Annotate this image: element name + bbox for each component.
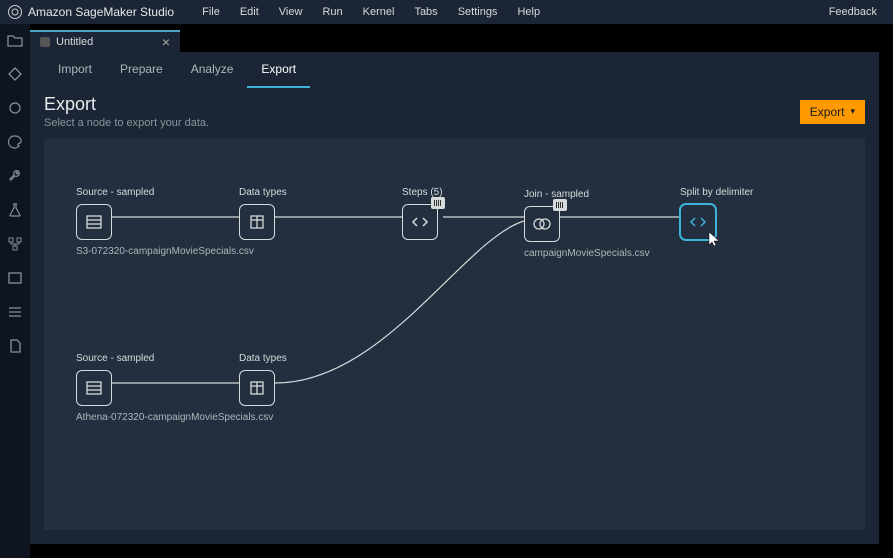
- activity-bar: [0, 24, 30, 558]
- nodes-icon[interactable]: [7, 236, 23, 252]
- tabbar: Untitled ×: [30, 28, 879, 52]
- chart-badge-icon: [553, 199, 567, 211]
- datatype-icon: [239, 204, 275, 240]
- window-icon[interactable]: [7, 270, 23, 286]
- node-join[interactable]: Join - sampled campaignMovieSpecials.csv: [524, 189, 650, 259]
- export-button[interactable]: Export ▾: [800, 100, 865, 124]
- menu-file[interactable]: File: [194, 4, 228, 20]
- node-label: Source - sampled: [76, 187, 154, 198]
- code-icon: [402, 204, 438, 240]
- flask-icon[interactable]: [7, 202, 23, 218]
- brand: Amazon SageMaker Studio: [8, 5, 174, 19]
- flow-file-icon: [40, 37, 50, 47]
- page-subtitle: Select a node to export your data.: [44, 117, 209, 129]
- menu-edit[interactable]: Edit: [232, 4, 267, 20]
- node-source-s3[interactable]: Source - sampled S3-072320-campaignMovie…: [76, 187, 254, 257]
- node-sublabel: Athena-072320-campaignMovieSpecials.csv: [76, 412, 273, 423]
- app-title: Amazon SageMaker Studio: [28, 5, 174, 19]
- menu-run[interactable]: Run: [314, 4, 350, 20]
- tab-prepare[interactable]: Prepare: [106, 52, 177, 88]
- node-label: Data types: [239, 187, 287, 198]
- menu-settings[interactable]: Settings: [450, 4, 506, 20]
- tab-untitled[interactable]: Untitled ×: [30, 30, 180, 52]
- flow-tabs: Import Prepare Analyze Export: [30, 52, 879, 88]
- list-icon[interactable]: [7, 304, 23, 320]
- source-icon: [76, 204, 112, 240]
- node-label: Split by delimiter: [680, 187, 753, 198]
- tab-export[interactable]: Export: [247, 52, 310, 88]
- menu-tabs[interactable]: Tabs: [406, 4, 445, 20]
- chevron-down-icon: ▾: [850, 106, 855, 117]
- node-sublabel: campaignMovieSpecials.csv: [524, 248, 650, 259]
- datatype-icon: [239, 370, 275, 406]
- menu-help[interactable]: Help: [509, 4, 548, 20]
- diamond-icon[interactable]: [7, 66, 23, 82]
- menu-view[interactable]: View: [271, 4, 311, 20]
- page-title: Export: [44, 94, 209, 115]
- close-icon[interactable]: ×: [162, 37, 170, 47]
- tab-analyze[interactable]: Analyze: [177, 52, 248, 88]
- source-icon: [76, 370, 112, 406]
- node-data-types-1[interactable]: Data types: [239, 187, 287, 240]
- document-icon[interactable]: [7, 338, 23, 354]
- menu-kernel[interactable]: Kernel: [355, 4, 403, 20]
- export-button-label: Export: [810, 105, 845, 119]
- node-label: Data types: [239, 353, 287, 364]
- flow-canvas[interactable]: Source - sampled S3-072320-campaignMovie…: [44, 139, 865, 530]
- node-data-types-2[interactable]: Data types: [239, 353, 287, 406]
- node-split-delimiter[interactable]: Split by delimiter: [680, 187, 753, 240]
- wrench-icon[interactable]: [7, 168, 23, 184]
- tab-title: Untitled: [56, 36, 93, 48]
- node-sublabel: S3-072320-campaignMovieSpecials.csv: [76, 246, 254, 257]
- feedback-link[interactable]: Feedback: [821, 4, 885, 20]
- code-icon: [680, 204, 716, 240]
- palette-icon[interactable]: [7, 134, 23, 150]
- sagemaker-logo-icon: [8, 5, 22, 19]
- node-steps[interactable]: Steps (5): [402, 187, 443, 240]
- tab-import[interactable]: Import: [44, 52, 106, 88]
- menubar: Amazon SageMaker Studio File Edit View R…: [0, 0, 893, 24]
- chart-badge-icon: [431, 197, 445, 209]
- circle-icon[interactable]: [7, 100, 23, 116]
- join-icon: [524, 206, 560, 242]
- node-label: Source - sampled: [76, 353, 154, 364]
- folder-icon[interactable]: [7, 32, 23, 48]
